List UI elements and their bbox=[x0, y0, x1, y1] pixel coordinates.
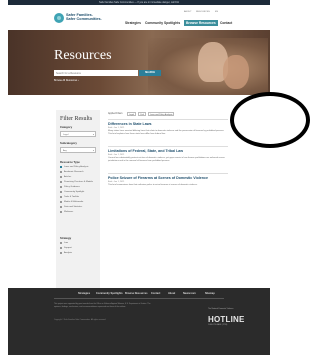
footer-disclaimer: This project was supported by grant awar… bbox=[54, 303, 151, 308]
resource-type-label: Resource Type bbox=[60, 160, 80, 164]
result-item: Differences in State Laws Brief • Jan 1,… bbox=[108, 122, 228, 136]
checkbox-resource-type[interactable] bbox=[60, 186, 63, 189]
checkbox-resource-type[interactable] bbox=[60, 196, 63, 199]
checkbox-resource-type[interactable] bbox=[60, 171, 63, 174]
nav-browse-resources[interactable]: Browse Resources bbox=[184, 20, 218, 26]
subcategory-label: Subcategory bbox=[60, 141, 77, 145]
resource-search-input[interactable] bbox=[54, 70, 138, 76]
checkbox-strategy[interactable] bbox=[60, 247, 63, 250]
checkbox-resource-type[interactable] bbox=[60, 201, 63, 204]
hotline-phone[interactable]: 1-800-799-SAFE (7233) bbox=[208, 324, 227, 326]
result-item: Police Seizure of Firearms at Scenes of … bbox=[108, 176, 228, 187]
checkbox-label: Analysis bbox=[64, 252, 73, 254]
footer-link-browse-resources[interactable]: Browse Resources bbox=[125, 292, 148, 295]
hotline-logo[interactable]: HOTLINE bbox=[208, 315, 245, 324]
checkbox-resource-type[interactable] bbox=[60, 211, 63, 214]
logo-text[interactable]: Safer Families. Safer Communities. bbox=[66, 13, 102, 22]
hero-photo-child bbox=[223, 55, 249, 89]
results-area: Applied Filters Legal Civil Laws and Pol… bbox=[108, 110, 228, 220]
checkbox-label: Law bbox=[64, 242, 69, 244]
checkbox-label: Webinars bbox=[64, 211, 74, 213]
result-meta: Brief • Jan 1, 2021 bbox=[108, 181, 125, 183]
hotline-subtitle: The National Domestic Violence bbox=[208, 308, 234, 310]
checkbox-resource-type[interactable] bbox=[60, 181, 63, 184]
nav-community-spotlights[interactable]: Community Spotlights bbox=[145, 21, 180, 25]
logo-line-2: Safer Communities. bbox=[66, 17, 102, 22]
category-label: Category bbox=[60, 125, 73, 129]
category-value: Legal bbox=[63, 134, 69, 136]
filter-sidebar: Filter Results Category Legal Subcategor… bbox=[56, 110, 100, 290]
checkbox-label: Promising Practices & Models bbox=[64, 181, 94, 183]
footer-link-sitemap[interactable]: Sitemap bbox=[205, 292, 215, 295]
footer-link-strategies[interactable]: Strategies bbox=[78, 292, 90, 295]
util-link-language[interactable]: EN bbox=[215, 11, 218, 13]
filter-tag[interactable]: Legal bbox=[127, 112, 136, 116]
filter-title: Filter Results bbox=[60, 116, 93, 122]
checkbox-strategy[interactable] bbox=[60, 252, 63, 255]
checkbox-label: Academic Research bbox=[64, 171, 84, 173]
util-link-about[interactable]: ABOUT bbox=[184, 11, 192, 13]
util-link-resources[interactable]: RESOURCES bbox=[196, 11, 210, 13]
checkbox-label: Laws and Policy Analysis bbox=[64, 166, 89, 168]
checkbox-label: Tools & Toolkits bbox=[64, 196, 80, 198]
result-excerpt: Many states have enacted differing laws … bbox=[108, 130, 225, 135]
checkbox-resource-type[interactable] bbox=[60, 166, 63, 169]
checkbox-strategy[interactable] bbox=[60, 242, 63, 245]
result-title-link[interactable]: Limitations of Federal, State, and Triba… bbox=[108, 149, 228, 153]
page-title: Resources bbox=[54, 48, 112, 63]
result-title-link[interactable]: Police Seizure of Firearms at Scenes of … bbox=[108, 176, 228, 180]
strategy-label: Strategy bbox=[60, 236, 72, 240]
top-alert-text: Safe Families Safe Communities — If you … bbox=[99, 1, 179, 4]
browse-all-link[interactable]: Browse All Resources › bbox=[54, 79, 79, 82]
checkbox-label: Community Spotlight bbox=[64, 191, 85, 193]
nav-strategies[interactable]: Strategies bbox=[125, 21, 141, 25]
checkbox-label: Support bbox=[64, 247, 72, 249]
filter-tag[interactable]: Civil bbox=[138, 112, 146, 116]
search-button[interactable]: SEARCH bbox=[139, 70, 161, 76]
subcategory-select[interactable]: Any bbox=[60, 147, 96, 154]
page: Safe Families Safe Communities — If you … bbox=[8, 0, 270, 355]
filter-tag[interactable]: Laws and Policy Analysis bbox=[148, 112, 175, 116]
site-header: Safer Families. Safer Communities. ABOUT… bbox=[8, 5, 270, 30]
category-select[interactable]: Legal bbox=[60, 131, 96, 138]
hero-banner: Resources SEARCH Browse All Resources › bbox=[8, 30, 270, 95]
footer-link-contact[interactable]: Contact bbox=[151, 292, 160, 295]
checkbox-label: Articles bbox=[64, 176, 72, 178]
result-meta: Brief • Jan 1, 2021 bbox=[108, 127, 125, 129]
checkbox-resource-type[interactable] bbox=[60, 191, 63, 194]
subcategory-value: Any bbox=[63, 150, 67, 152]
footer-link-community-spotlights[interactable]: Community Spotlights bbox=[96, 292, 123, 295]
checkbox-label: Policy Guidance bbox=[64, 186, 80, 188]
logo-icon[interactable] bbox=[54, 13, 64, 23]
annotation-circle bbox=[230, 92, 310, 148]
footer-link-newsroom[interactable]: Newsroom bbox=[183, 292, 196, 295]
result-title-link[interactable]: Differences in State Laws bbox=[108, 122, 228, 126]
site-footer: Strategies Community Spotlights Browse R… bbox=[8, 288, 270, 355]
checkbox-label: Media & Multimedia bbox=[64, 201, 84, 203]
footer-copyright: Copyright © Safe Families Safe Communiti… bbox=[54, 319, 106, 321]
applied-filters-label: Applied Filters bbox=[108, 113, 123, 115]
result-excerpt: Current law substantially protects victi… bbox=[108, 157, 225, 162]
result-excerpt: This brief summarizes laws that authoriz… bbox=[108, 184, 198, 186]
result-item: Limitations of Federal, State, and Triba… bbox=[108, 149, 228, 163]
checkbox-resource-type[interactable] bbox=[60, 176, 63, 179]
nav-contact[interactable]: Contact bbox=[220, 21, 232, 25]
result-meta: Brief • Jan 1, 2021 bbox=[108, 154, 125, 156]
checkbox-label: Data and Statistics bbox=[64, 206, 83, 208]
footer-link-about[interactable]: About bbox=[168, 292, 175, 295]
checkbox-resource-type[interactable] bbox=[60, 206, 63, 209]
